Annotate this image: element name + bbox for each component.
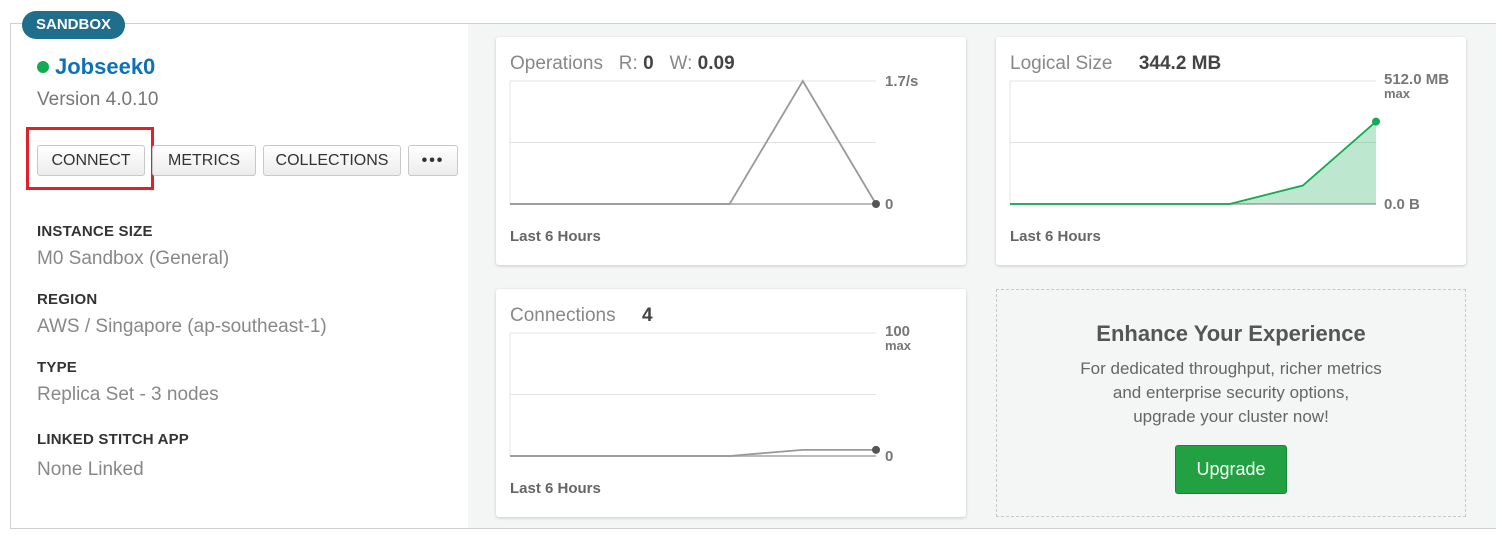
instance-size-value: M0 Sandbox (General) xyxy=(37,248,230,269)
logical-size-max-label: 512.0 MB max xyxy=(1384,71,1450,100)
chart-last-point xyxy=(872,200,880,208)
connections-title: Connections 4 xyxy=(510,305,653,326)
type-label: TYPE xyxy=(37,359,77,376)
logical-size-chart xyxy=(1009,80,1380,205)
cluster-card: Jobseek0 Version 4.0.10 CONNECT METRICS … xyxy=(10,23,1496,529)
metrics-button[interactable]: METRICS xyxy=(152,145,256,176)
region-value: AWS / Singapore (ap-southeast-1) xyxy=(37,316,327,337)
instance-size-label: INSTANCE SIZE xyxy=(37,223,153,240)
operations-panel[interactable]: Operations R: 0 W: 0.09 1.7/s 0 Last 6 H… xyxy=(496,37,966,265)
connections-panel[interactable]: Connections 4 100 max 0 Last 6 Hours xyxy=(496,289,966,517)
logical-size-min-label: 0.0 B xyxy=(1384,196,1420,213)
collections-button[interactable]: COLLECTIONS xyxy=(263,145,401,176)
region-label: REGION xyxy=(37,291,98,308)
connections-min-label: 0 xyxy=(885,448,894,465)
metrics-area: Operations R: 0 W: 0.09 1.7/s 0 Last 6 H… xyxy=(468,24,1496,528)
stitch-app-value: None Linked xyxy=(37,459,144,480)
operations-footer: Last 6 Hours xyxy=(510,228,601,245)
cluster-version: Version 4.0.10 xyxy=(37,89,159,110)
cluster-info: Jobseek0 Version 4.0.10 CONNECT METRICS … xyxy=(11,24,468,528)
operations-max-label: 1.7/s xyxy=(885,73,919,90)
chart-area xyxy=(1010,121,1376,204)
connect-button[interactable]: CONNECT xyxy=(37,145,145,176)
stitch-app-label: LINKED STITCH APP xyxy=(37,431,190,448)
operations-chart xyxy=(509,79,880,208)
action-buttons: CONNECT METRICS COLLECTIONS ••• xyxy=(37,145,458,176)
operations-title: Operations R: 0 W: 0.09 xyxy=(510,53,735,74)
more-options-button[interactable]: ••• xyxy=(408,145,458,176)
logical-size-panel[interactable]: Logical Size 344.2 MB 512.0 MB max 0.0 B… xyxy=(996,37,1466,265)
upgrade-promo: Enhance Your Experience For dedicated th… xyxy=(996,289,1466,517)
connections-max-label: 100 max xyxy=(885,323,912,353)
operations-min-label: 0 xyxy=(885,196,894,213)
chart-last-point xyxy=(1372,117,1380,126)
type-value: Replica Set - 3 nodes xyxy=(37,384,219,405)
chart-last-point xyxy=(872,445,880,454)
upgrade-button[interactable]: Upgrade xyxy=(1175,445,1287,494)
connections-chart xyxy=(509,332,880,457)
promo-title: Enhance Your Experience xyxy=(1096,321,1366,346)
connections-footer: Last 6 Hours xyxy=(510,480,601,497)
logical-size-footer: Last 6 Hours xyxy=(1010,228,1101,245)
cluster-name-link[interactable]: Jobseek0 xyxy=(37,54,155,80)
logical-size-title: Logical Size 344.2 MB xyxy=(1010,53,1222,74)
promo-text: For dedicated throughput, richer metrics… xyxy=(1080,359,1382,426)
cluster-name[interactable]: Jobseek0 xyxy=(55,54,155,80)
sandbox-badge: SANDBOX xyxy=(22,11,126,39)
status-dot-icon xyxy=(37,61,49,73)
